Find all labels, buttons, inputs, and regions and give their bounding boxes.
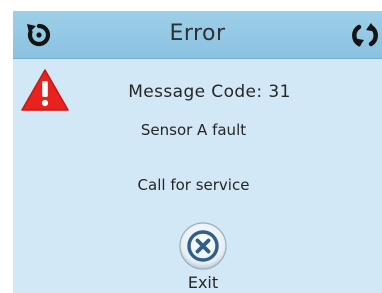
title-bar: Error xyxy=(13,11,382,59)
message-code: Message Code: 31 xyxy=(128,82,291,102)
service-instruction: Call for service xyxy=(137,176,250,194)
refresh-icon[interactable] xyxy=(348,21,382,49)
page-title: Error xyxy=(169,21,226,46)
fault-text: Sensor A fault xyxy=(140,121,247,139)
device-frame: Error Message Code: 31 Sensor A fault Ca… xyxy=(0,0,382,293)
error-screen: Error Message Code: 31 Sensor A fault Ca… xyxy=(13,11,382,293)
exit-button[interactable] xyxy=(178,221,228,271)
exit-label[interactable]: Exit xyxy=(153,273,253,292)
